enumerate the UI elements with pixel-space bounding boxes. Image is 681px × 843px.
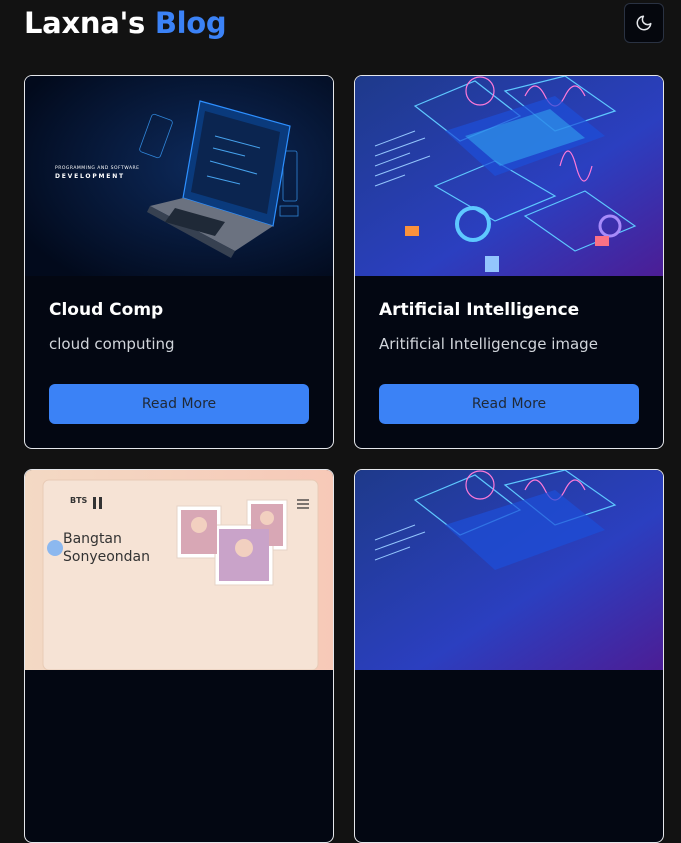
site-title-prefix: Laxna's [24,6,146,40]
post-image-programming: PROGRAMMING AND SOFTWARE DEVELOPMENT [25,76,333,276]
post-card: PROGRAMMING AND SOFTWARE DEVELOPMENT Clo… [24,75,334,449]
site-title[interactable]: Laxna's Blog [24,6,227,40]
post-description: cloud computing [49,335,175,353]
post-title: Cloud Comp [49,300,164,320]
post-description: Aritificial Intelligencge image [379,335,598,353]
moon-icon [636,15,652,31]
post-image-bts: BTS Bangtan Sonyeondan [25,470,333,670]
post-title: Artificial Intelligence [379,300,580,320]
post-image-ai [355,76,663,276]
image-text: Bangtan Sonyeondan [63,531,151,565]
read-more-button[interactable]: Read More [49,384,309,424]
read-more-button[interactable]: Read More [379,384,639,424]
site-header: Laxna's Blog [0,0,681,50]
bts-logo: BTS [70,496,88,505]
post-card [354,469,664,843]
post-image-ai [355,470,663,670]
theme-toggle-button[interactable] [624,3,664,43]
site-title-accent: Blog [154,6,227,40]
post-card: BTS Bangtan Sonyeondan [24,469,334,843]
image-caption: PROGRAMMING AND SOFTWARE DEVELOPMENT [55,166,140,180]
post-card: Artificial Intelligence Aritificial Inte… [354,75,664,449]
